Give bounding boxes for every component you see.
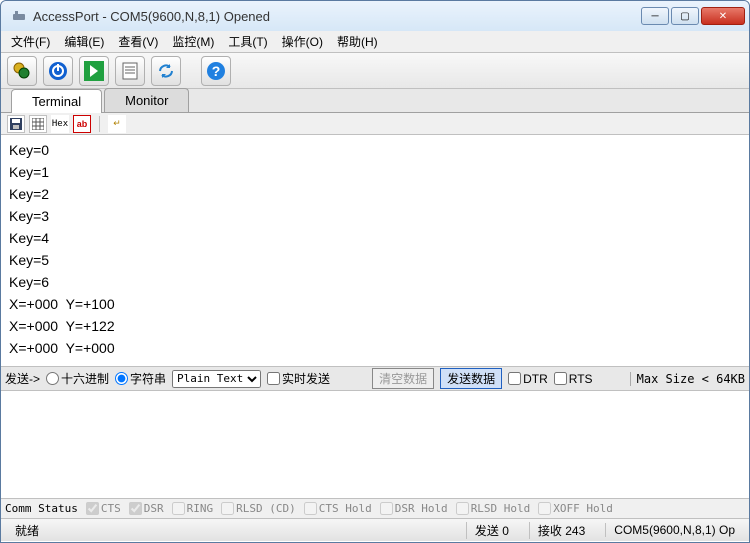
terminal-line: Key=1 xyxy=(9,161,741,183)
menu-edit[interactable]: 编辑(E) xyxy=(58,31,110,52)
titlebar: AccessPort - COM5(9600,N,8,1) Opened ─ ▢… xyxy=(1,1,749,31)
terminal-line: X=+000 Y=+100 xyxy=(9,293,741,315)
menu-tools[interactable]: 工具(T) xyxy=(222,31,273,52)
crlf-icon[interactable]: ↵ xyxy=(108,115,126,133)
rts-checkbox[interactable]: RTS xyxy=(554,372,593,386)
menu-view[interactable]: 查看(V) xyxy=(112,31,164,52)
clear-data-button[interactable]: 清空数据 xyxy=(372,368,434,389)
tab-strip: Terminal Monitor xyxy=(1,89,749,113)
comm-status-label: Comm Status xyxy=(5,502,78,515)
terminal-line: Key=2 xyxy=(9,183,741,205)
tab-monitor[interactable]: Monitor xyxy=(104,88,189,112)
terminal-line: Key=5 xyxy=(9,249,741,271)
menu-file[interactable]: 文件(F) xyxy=(5,31,56,52)
status-tx: 发送 0 xyxy=(466,522,517,539)
close-button[interactable]: ✕ xyxy=(701,7,745,25)
app-icon xyxy=(11,8,27,24)
svg-text:?: ? xyxy=(212,63,221,79)
help-button[interactable]: ? xyxy=(201,56,231,86)
main-toolbar: ? xyxy=(1,53,749,89)
send-label: 发送-> xyxy=(5,370,40,387)
window-title: AccessPort - COM5(9600,N,8,1) Opened xyxy=(33,9,641,24)
grid-icon[interactable] xyxy=(29,115,47,133)
minimize-button[interactable]: ─ xyxy=(641,7,669,25)
rlsdhold-indicator: RLSD Hold xyxy=(456,502,531,515)
xoffhold-indicator: XOFF Hold xyxy=(538,502,613,515)
format-select[interactable]: Plain Text xyxy=(172,370,261,388)
ctshold-indicator: CTS Hold xyxy=(304,502,372,515)
terminal-line: X=+000 Y=+000 xyxy=(9,337,741,359)
cts-indicator: CTS xyxy=(86,502,121,515)
string-radio[interactable]: 字符串 xyxy=(115,370,166,387)
hex-mode-button[interactable]: Hex xyxy=(51,115,69,133)
terminal-line: X=+000 Y=+122 xyxy=(9,315,741,337)
terminal-line: Key=0 xyxy=(9,139,741,161)
menu-operate[interactable]: 操作(O) xyxy=(276,31,329,52)
dtr-checkbox[interactable]: DTR xyxy=(508,372,548,386)
power-button[interactable] xyxy=(43,56,73,86)
realtime-checkbox[interactable]: 实时发送 xyxy=(267,370,330,387)
dsrhold-indicator: DSR Hold xyxy=(380,502,448,515)
ring-indicator: RING xyxy=(172,502,214,515)
settings-button[interactable] xyxy=(7,56,37,86)
maximize-button[interactable]: ▢ xyxy=(671,7,699,25)
status-ready: 就绪 xyxy=(7,522,47,539)
send-textarea[interactable] xyxy=(1,391,749,499)
terminal-line: Key=3 xyxy=(9,205,741,227)
document-button[interactable] xyxy=(115,56,145,86)
status-port: COM5(9600,N,8,1) Op xyxy=(605,523,743,537)
send-data-button[interactable]: 发送数据 xyxy=(440,368,502,389)
terminal-output[interactable]: Key=0Key=1Key=2Key=3Key=4Key=5Key=6X=+00… xyxy=(1,135,749,367)
run-button[interactable] xyxy=(79,56,109,86)
terminal-line: Key=4 xyxy=(9,227,741,249)
dsr-indicator: DSR xyxy=(129,502,164,515)
menu-monitor[interactable]: 监控(M) xyxy=(166,31,220,52)
hex-radio[interactable]: 十六进制 xyxy=(46,370,109,387)
statusbar: 就绪 发送 0 接收 243 COM5(9600,N,8,1) Op xyxy=(1,519,749,541)
separator xyxy=(99,116,100,132)
text-mode-button[interactable]: ab xyxy=(73,115,91,133)
toolbar-separator xyxy=(187,56,195,86)
menu-help[interactable]: 帮助(H) xyxy=(331,31,384,52)
terminal-toolbar: Hex ab ↵ xyxy=(1,113,749,135)
send-toolbar: 发送-> 十六进制 字符串 Plain Text 实时发送 清空数据 发送数据 … xyxy=(1,367,749,391)
tab-terminal[interactable]: Terminal xyxy=(11,89,102,113)
comm-status-bar: Comm Status CTS DSR RING RLSD (CD) CTS H… xyxy=(1,499,749,519)
terminal-line: Key=6 xyxy=(9,271,741,293)
save-icon[interactable] xyxy=(7,115,25,133)
refresh-button[interactable] xyxy=(151,56,181,86)
max-size-label: Max Size < 64KB xyxy=(630,372,745,386)
rlsd-indicator: RLSD (CD) xyxy=(221,502,296,515)
menubar: 文件(F) 编辑(E) 查看(V) 监控(M) 工具(T) 操作(O) 帮助(H… xyxy=(1,31,749,53)
status-rx: 接收 243 xyxy=(529,522,593,539)
